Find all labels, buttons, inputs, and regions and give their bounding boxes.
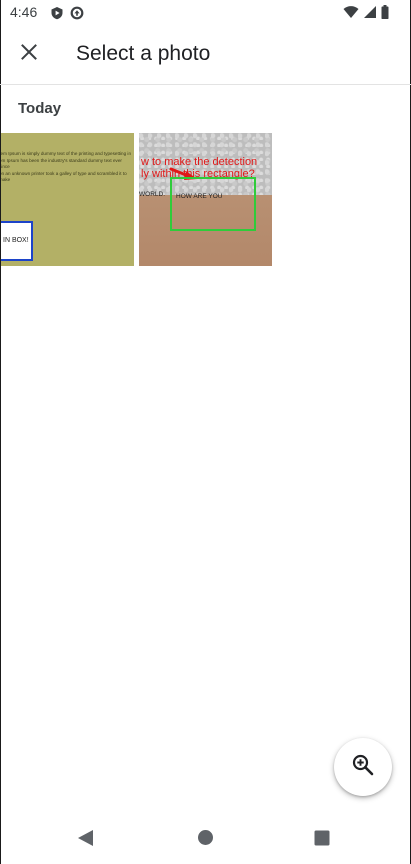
status-bar: 4:46 (0, 0, 411, 26)
thumbnail-1-box-label: IN BOX! (3, 237, 29, 244)
thumbnail-2-word-right: HOW ARE YOU (176, 193, 223, 200)
section-header-today: Today (18, 100, 62, 117)
close-icon (21, 43, 37, 65)
thumbnail-2-green-rectangle: HOW ARE YOU (170, 177, 256, 231)
recents-icon[interactable] (314, 830, 330, 851)
data-saver-icon (70, 6, 84, 25)
cellular-signal-icon (363, 5, 377, 24)
home-icon[interactable] (197, 829, 214, 851)
status-left-icons (50, 6, 84, 25)
status-time: 4:46 (10, 4, 38, 20)
close-button[interactable] (12, 37, 46, 71)
back-icon[interactable] (76, 828, 96, 853)
photo-thumbnail-2[interactable]: w to make the detection ly within this r… (139, 133, 272, 266)
zoom-in-button[interactable] (334, 738, 392, 796)
navigation-bar (0, 812, 411, 864)
thumbnail-1-body-text: rem Ipsum is simply dummy text of the pr… (1, 151, 131, 183)
battery-icon (381, 5, 389, 24)
play-protect-icon (50, 6, 64, 25)
page-title: Select a photo (76, 42, 211, 65)
thumbnail-1-blue-box: IN BOX! (1, 221, 33, 261)
thumbnail-2-word-left: WORLD. (139, 191, 165, 198)
zoom-in-icon (351, 753, 375, 782)
wifi-icon (343, 5, 359, 24)
photo-thumbnail-1[interactable]: rem Ipsum is simply dummy text of the pr… (1, 133, 134, 266)
status-right-icons (343, 5, 389, 24)
app-bar: Select a photo (0, 26, 411, 85)
device-frame (0, 0, 411, 864)
